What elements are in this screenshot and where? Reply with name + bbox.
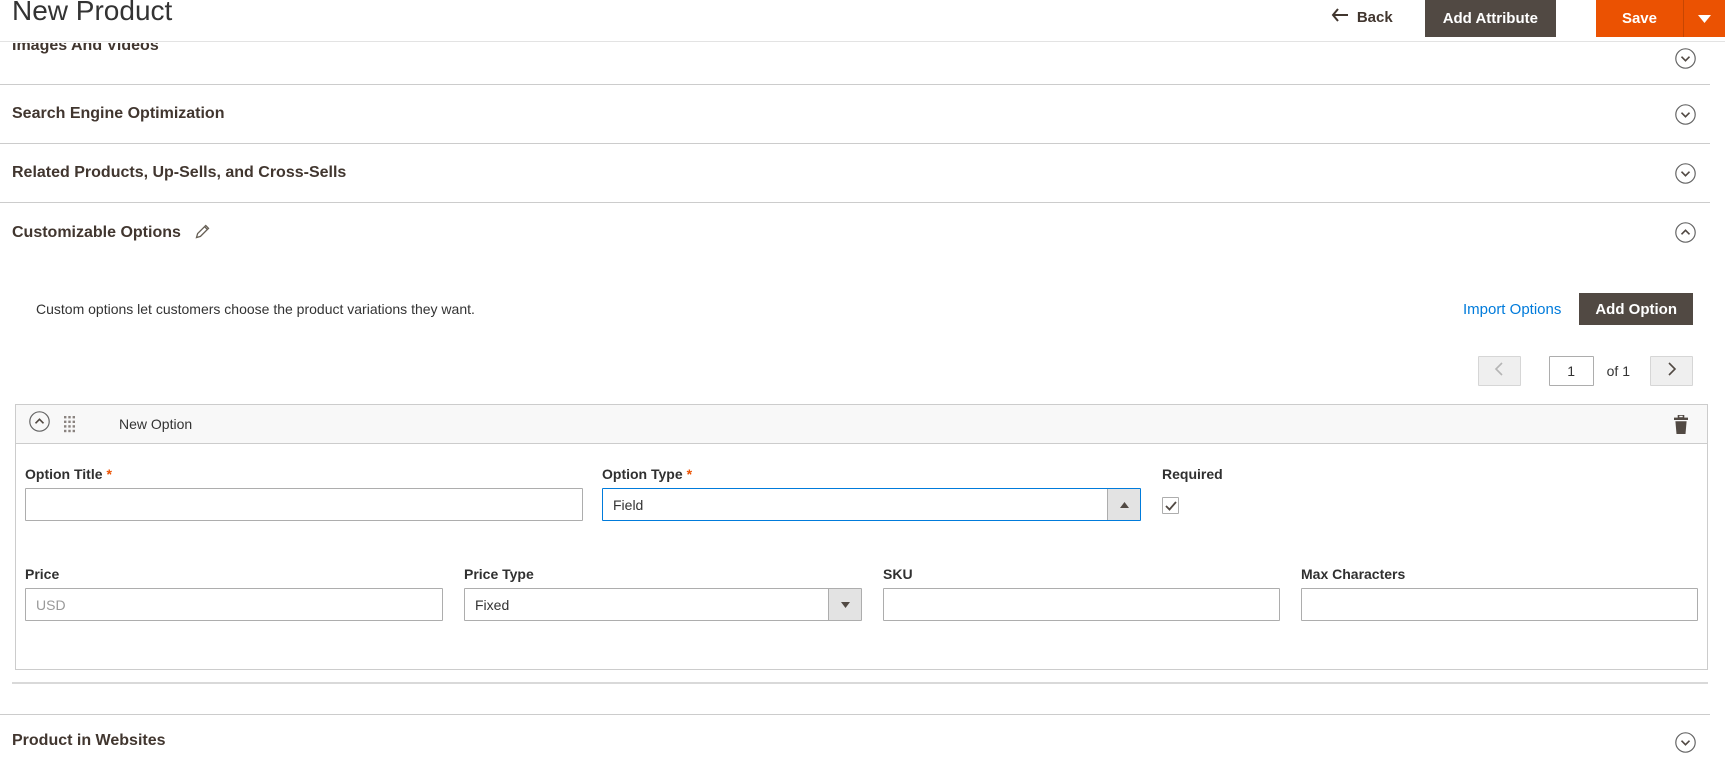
section-search-engine-optimization[interactable]: Search Engine Optimization [0,85,1710,144]
section-heading: Images And Videos [12,43,159,55]
save-button[interactable]: Save [1596,0,1683,37]
header-actions: Back Add Attribute Save [1331,0,1725,37]
add-option-button[interactable]: Add Option [1579,293,1693,325]
section-heading: Related Products, Up-Sells, and Cross-Se… [12,164,346,182]
section-heading: Search Engine Optimization [12,105,224,123]
chevron-down-circle-icon[interactable] [1675,48,1696,74]
option-title-label: Option Title* [25,466,583,482]
trash-icon[interactable] [1673,415,1689,434]
add-attribute-button[interactable]: Add Attribute [1425,0,1556,37]
option-panel-header[interactable]: New Option [16,405,1707,444]
select-arrow-up-icon[interactable] [1107,489,1140,520]
drag-handle-icon[interactable] [64,416,75,433]
chevron-down-circle-icon[interactable] [1675,163,1696,189]
option-panel: New Option Option Title* [15,404,1708,670]
collapse-option-icon[interactable] [29,411,50,437]
price-input[interactable] [25,588,443,621]
max-characters-label: Max Characters [1301,566,1698,582]
custom-options-toolbar: Custom options let customers choose the … [12,293,1710,325]
required-marker: * [687,466,692,482]
back-button-label: Back [1357,9,1393,26]
options-pagination: of 1 [12,356,1710,386]
page-title: New Product [12,0,172,27]
section-heading-clip: Images And Videos [12,43,412,60]
save-dropdown-toggle[interactable] [1683,0,1725,37]
section-heading: Product in Websites [12,732,1710,750]
price-type-label: Price Type [464,566,862,582]
section-images-and-videos[interactable]: Images And Videos [0,42,1710,85]
caret-down-icon [1698,10,1711,28]
custom-options-description: Custom options let customers choose the … [36,301,475,317]
sku-input[interactable] [883,588,1280,621]
option-type-select[interactable]: Field [602,488,1141,521]
required-marker: * [107,466,112,482]
option-title-input[interactable] [25,488,583,521]
chevron-right-icon [1667,362,1677,381]
next-page-button[interactable] [1650,356,1693,386]
section-product-in-websites[interactable]: Product in Websites [0,715,1725,750]
section-related-products[interactable]: Related Products, Up-Sells, and Cross-Se… [0,144,1710,203]
option-panel-body: Option Title* Option Type* Field [16,444,1707,669]
price-type-value: Fixed [465,589,828,620]
required-label: Required [1162,466,1223,482]
option-title-text: New Option [119,416,192,432]
chevron-left-icon [1494,362,1504,381]
save-split-button: Save [1596,0,1725,37]
price-type-select[interactable]: Fixed [464,588,862,621]
select-arrow-down-icon[interactable] [828,589,861,620]
sku-label: SKU [883,566,1280,582]
back-arrow-icon [1331,8,1349,26]
section-heading: Customizable Options [12,224,181,242]
back-button[interactable]: Back [1331,8,1393,26]
chevron-down-circle-icon[interactable] [1675,104,1696,130]
max-characters-input[interactable] [1301,588,1698,621]
option-type-label: Option Type* [602,466,1141,482]
previous-page-button[interactable] [1478,356,1521,386]
page-header: New Product Back Add Attribute Save [0,0,1725,42]
divider [12,682,1708,684]
chevron-up-circle-icon[interactable] [1675,222,1696,248]
import-options-link[interactable]: Import Options [1463,301,1561,318]
price-label: Price [25,566,443,582]
option-type-value: Field [603,489,1107,520]
required-checkbox[interactable] [1162,497,1179,514]
section-customizable-options[interactable]: Customizable Options Custom options let … [0,203,1725,684]
page-total-label: of 1 [1607,363,1630,379]
pencil-icon[interactable] [195,224,210,244]
chevron-down-circle-icon[interactable] [1675,732,1696,758]
page-number-input[interactable] [1549,356,1594,386]
